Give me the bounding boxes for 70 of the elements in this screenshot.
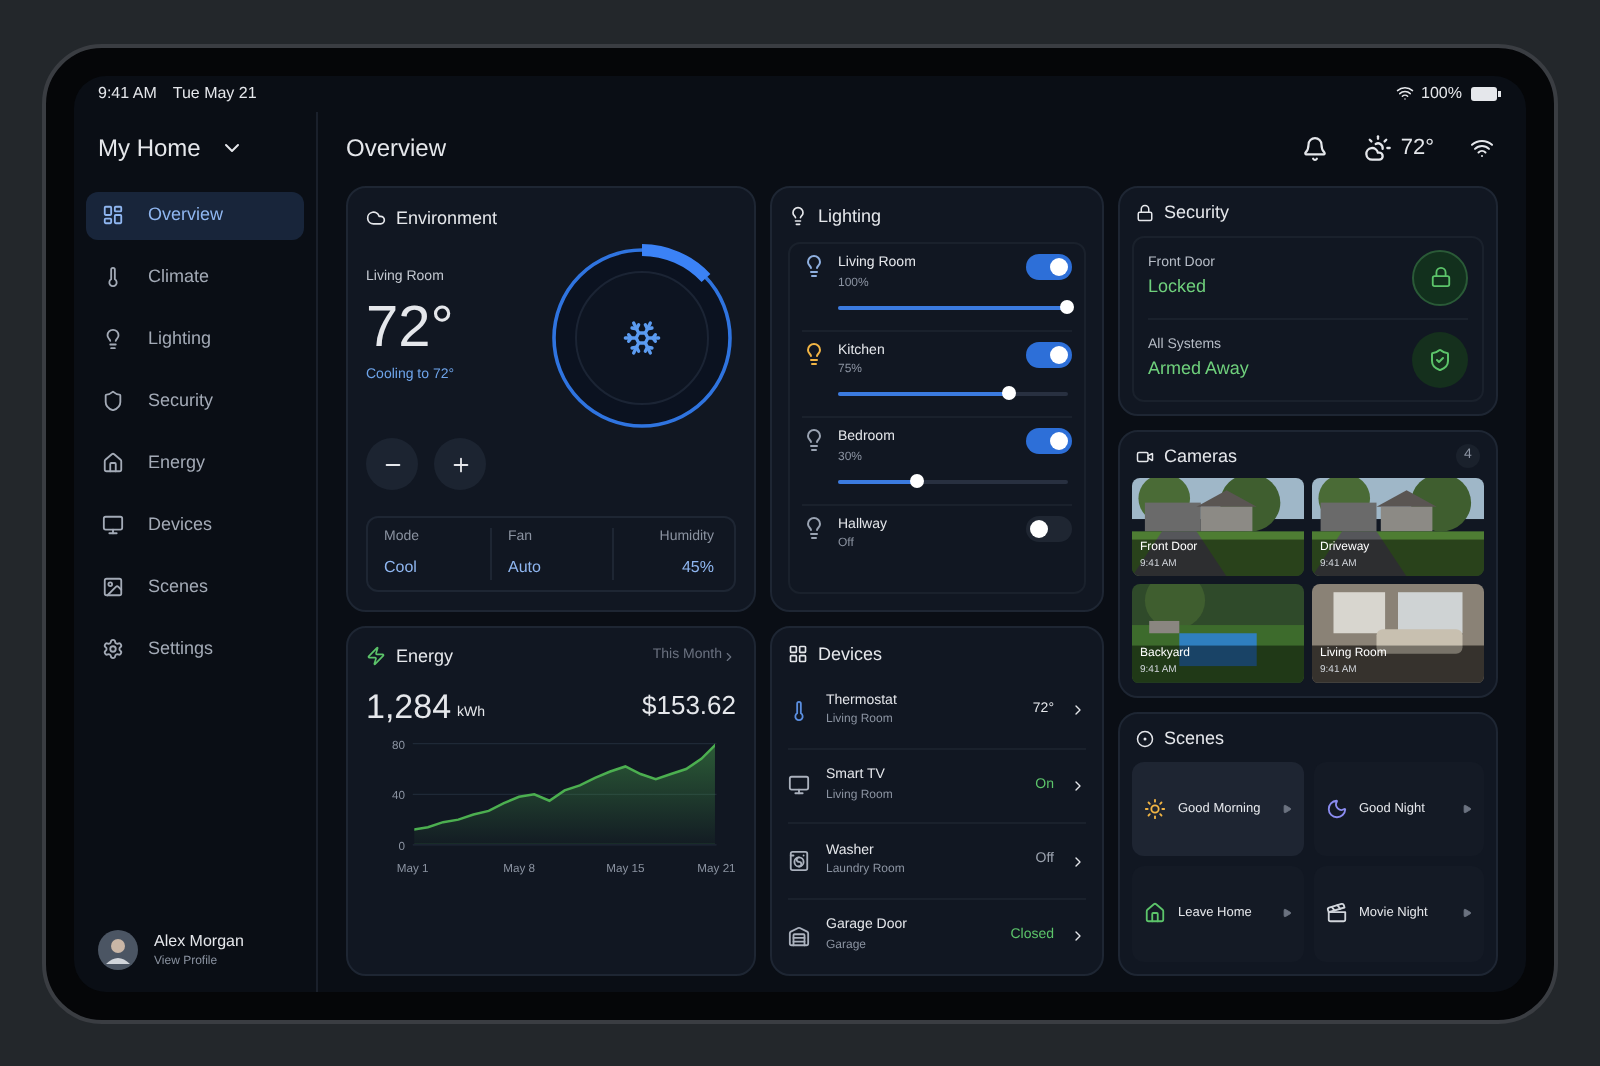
status-date: Tue May 21 <box>172 81 257 105</box>
sun-icon <box>1144 798 1166 821</box>
battery-icon <box>1470 85 1502 101</box>
chevron-right-icon <box>1070 853 1086 870</box>
chevron-right-icon <box>722 649 736 664</box>
play-icon <box>1462 804 1472 815</box>
card-title: Scenes <box>1164 725 1225 751</box>
card-title: Environment <box>396 205 498 231</box>
cloud-icon <box>366 208 386 229</box>
plus-icon <box>449 453 471 475</box>
avatar <box>98 930 138 970</box>
security-status: Locked <box>1148 274 1209 301</box>
toggle-switch[interactable] <box>1026 428 1072 455</box>
toggle-switch[interactable] <box>1026 254 1072 280</box>
weather-temp: 72° <box>1400 133 1434 164</box>
energy-cost: $153.62 <box>642 688 736 724</box>
toggle-switch[interactable] <box>1026 341 1072 368</box>
wifi-icon <box>1395 84 1414 102</box>
play-icon <box>1462 908 1472 919</box>
stat-value: Auto <box>508 555 543 579</box>
profile-name: Alex Morgan <box>154 929 244 953</box>
nav-item[interactable]: Climate <box>86 253 304 301</box>
battery-percent: 100% <box>1421 81 1462 105</box>
home-selector[interactable]: My Home <box>86 111 304 183</box>
card-title: Lighting <box>818 203 882 230</box>
card-title: Security <box>1164 199 1230 226</box>
lock-icon <box>1429 266 1451 289</box>
status-time: 9:41 AM <box>98 81 157 105</box>
lock-icon <box>1136 203 1154 222</box>
home-icon <box>1144 902 1166 925</box>
play-icon <box>1281 908 1291 919</box>
garage-icon <box>788 925 810 948</box>
circle-icon <box>1136 729 1154 748</box>
security-status: Armed Away <box>1148 356 1249 383</box>
nav-item[interactable]: Energy <box>86 439 304 487</box>
card-title: Cameras <box>1164 443 1238 469</box>
chevron-right-icon <box>1070 777 1086 794</box>
chevron-right-icon <box>1070 928 1086 945</box>
moon-icon <box>1325 798 1347 821</box>
nav-item[interactable]: Settings <box>86 625 304 673</box>
page-title: Overview <box>346 132 447 166</box>
lightning-icon <box>366 646 386 667</box>
temperature: 72° <box>366 293 456 363</box>
card-title: Devices <box>818 641 883 667</box>
nav-item[interactable]: Scenes <box>86 563 304 611</box>
tv-icon <box>788 774 810 797</box>
nav-item[interactable]: Devices <box>86 501 304 549</box>
bell-icon[interactable] <box>1302 135 1329 161</box>
weather-icon <box>1364 134 1393 162</box>
shield-check-icon <box>1428 347 1452 372</box>
nav-item[interactable]: Security <box>86 377 304 425</box>
toggle-switch[interactable] <box>1026 515 1072 542</box>
snowflake-icon <box>622 318 662 358</box>
nav-item[interactable]: Overview <box>86 191 304 239</box>
card-title: Energy <box>396 643 454 670</box>
stat-value: 45% <box>681 555 714 579</box>
camera-icon <box>1136 447 1154 466</box>
movie-icon <box>1325 902 1347 925</box>
slider-thumb[interactable] <box>910 473 925 488</box>
washer-icon <box>788 850 810 873</box>
slider-thumb[interactable] <box>1060 299 1074 313</box>
stat-value: Cool <box>384 555 419 579</box>
lightbulb-icon <box>788 206 808 227</box>
settings-icon <box>102 638 124 660</box>
nav-item[interactable]: Lighting <box>86 315 304 363</box>
chevron-right-icon <box>1070 702 1086 719</box>
play-icon <box>1281 804 1291 815</box>
slider-thumb[interactable] <box>1002 386 1017 401</box>
grid-icon <box>788 644 808 665</box>
energy-usage: 1,284 <box>366 689 452 725</box>
